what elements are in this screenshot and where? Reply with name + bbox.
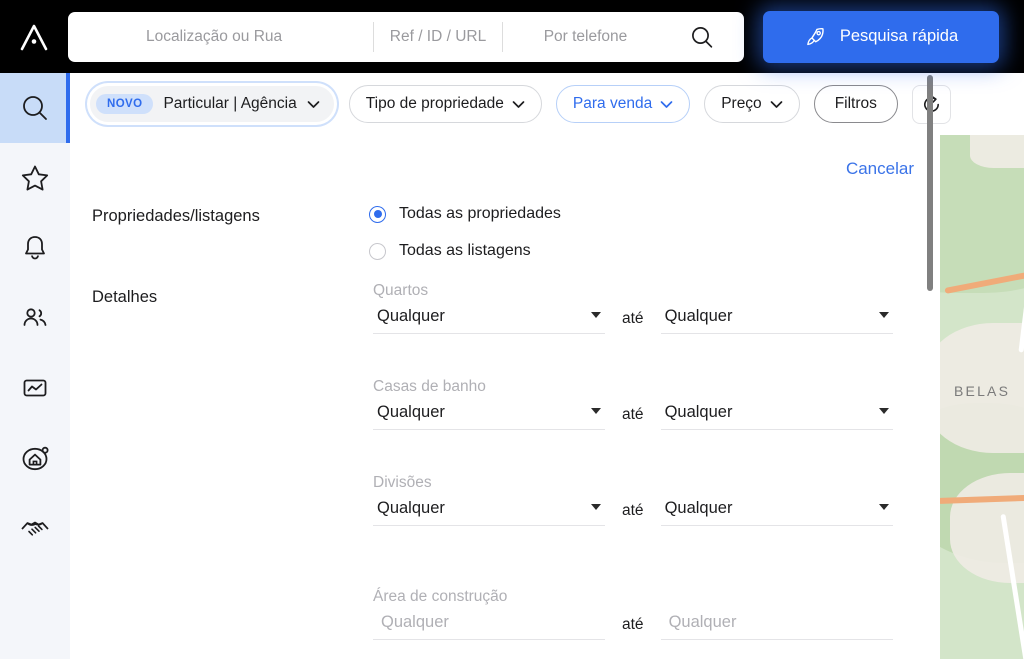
bathrooms-to-select[interactable]: Qualquer [660,403,893,430]
sidebar-item-contacts[interactable] [0,283,70,353]
dropdown-arrow-icon [878,504,889,510]
filter-bar: NOVO Particular | Agência Tipo de propri… [70,73,1024,135]
range-separator: até [622,502,644,519]
sidebar-item-deals[interactable] [0,493,70,563]
search-icon [692,26,713,48]
price-chip[interactable]: Preço [704,85,800,123]
field-group-bedrooms: Quartos Qualquer até Qualquer [373,282,893,334]
radio-button-selected[interactable] [369,205,386,223]
dropdown-arrow-icon [878,408,889,414]
cancel-link[interactable]: Cancelar [846,159,914,179]
app-root: BELAS Quel Localização ou Rua Ref / ID /… [0,0,1024,659]
dropdown-arrow-icon [591,504,601,510]
select-value: Qualquer [664,403,733,421]
properties-section-label: Propriedades/listagens [92,207,260,225]
range-separator: até [622,310,644,327]
select-value: Qualquer [664,499,733,517]
dropdown-arrow-icon [878,312,889,318]
sidebar-item-favorites[interactable] [0,143,70,213]
chevron-down-icon [307,100,320,108]
sidebar-item-analytics[interactable] [0,353,70,423]
radio-label: Todas as listagens [399,242,531,259]
bathrooms-from-select[interactable]: Qualquer [373,403,605,430]
search-location-input[interactable]: Localização ou Rua [68,22,373,52]
chevron-down-icon [512,100,525,108]
chevron-down-icon [770,100,783,108]
seller-type-label: Particular | Agência [163,95,297,112]
radio-button-unselected[interactable] [369,242,386,260]
bedrooms-from-select[interactable]: Qualquer [373,307,605,334]
sidebar-item-properties[interactable] [0,423,70,493]
bedrooms-to-select[interactable]: Qualquer [660,307,893,334]
property-type-chip[interactable]: Tipo de propriedade [348,85,542,123]
search-ref-input[interactable]: Ref / ID / URL [373,21,503,52]
for-sale-label: Para venda [572,95,653,112]
people-icon [23,308,47,326]
price-label: Preço [721,95,762,112]
seller-type-chip[interactable]: NOVO Particular | Agência [89,85,335,123]
range-separator: até [622,406,644,423]
casafari-logo-icon [20,24,48,50]
chart-image-icon [23,379,47,397]
radio-all-properties[interactable]: Todas as propriedades [369,205,561,223]
sidebar-item-search[interactable] [0,73,70,143]
home-circle-icon [22,446,49,470]
range-separator: até [622,616,644,633]
select-value: Qualquer [664,307,733,325]
filters-panel: Cancelar Propriedades/listagens Todas as… [70,135,940,659]
property-type-label: Tipo de propriedade [365,95,504,112]
filters-label: Filtros [834,95,877,112]
field-group-bathrooms: Casas de banho Qualquer até Qualquer [373,378,893,430]
field-group-built-area: Área de construção Qualquer até Qualquer [373,588,893,640]
panel-scrollbar-thumb[interactable] [927,75,933,291]
filters-chip[interactable]: Filtros [813,85,898,123]
field-title: Quartos [373,282,429,299]
select-value: Qualquer [377,403,445,421]
built-area-from-input[interactable]: Qualquer [373,613,605,640]
star-icon [21,165,49,191]
rooms-to-select[interactable]: Qualquer [660,499,893,526]
bell-icon [25,236,45,260]
select-value: Qualquer [377,307,445,325]
left-sidebar [0,73,70,659]
search-icon [23,96,47,120]
handshake-icon [21,521,49,536]
rooms-from-select[interactable]: Qualquer [373,499,605,526]
radio-all-listings[interactable]: Todas as listagens [369,242,531,260]
global-search-bar[interactable]: Localização ou Rua Ref / ID / URL Por te… [68,11,744,62]
details-section-label: Detalhes [92,288,158,306]
select-value: Qualquer [377,499,445,517]
dropdown-arrow-icon [591,408,601,414]
built-area-to-input[interactable]: Qualquer [660,613,893,640]
top-bar: Localização ou Rua Ref / ID / URL Por te… [0,0,1024,73]
map-label-belas: BELAS [954,383,1011,399]
field-title: Casas de banho [373,378,486,395]
field-group-rooms: Divisões Qualquer até Qualquer [373,474,893,526]
app-logo[interactable] [0,0,68,73]
search-submit-button[interactable] [668,24,744,50]
field-title: Área de construção [373,588,508,605]
rocket-icon [806,28,824,46]
dropdown-arrow-icon [591,312,601,318]
sidebar-item-alerts[interactable] [0,213,70,283]
novo-badge: NOVO [96,93,154,115]
quick-search-label: Pesquisa rápida [839,27,959,45]
field-title: Divisões [373,474,432,491]
search-phone-input[interactable]: Por telefone [503,22,668,52]
radio-label: Todas as propriedades [399,205,561,222]
chevron-down-icon [660,100,673,108]
for-sale-chip[interactable]: Para venda [555,85,691,123]
quick-search-button[interactable]: Pesquisa rápida [763,10,999,63]
